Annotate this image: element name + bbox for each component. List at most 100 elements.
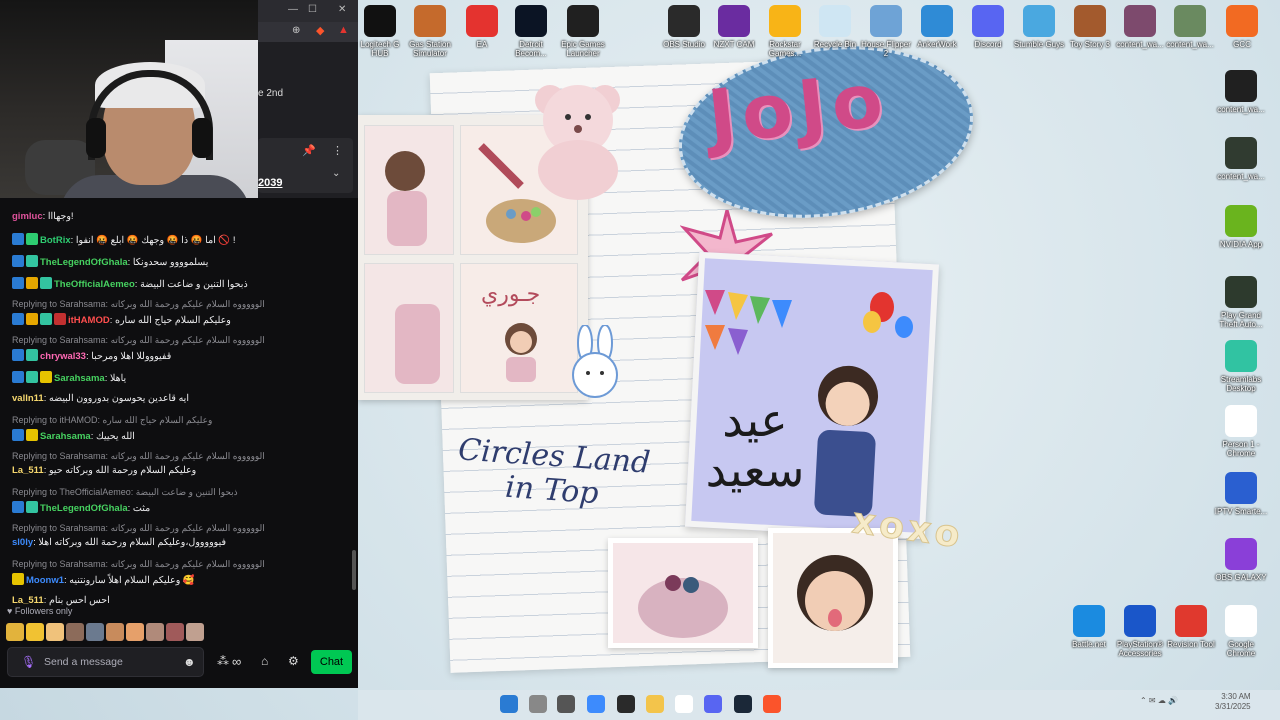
brave-icon[interactable] <box>763 695 781 713</box>
desktop-shortcut[interactable]: content_wa... <box>1112 5 1168 49</box>
badge-icon[interactable] <box>40 277 52 289</box>
more-options-icon[interactable]: ⋮ <box>332 144 343 157</box>
search-icon[interactable] <box>529 695 547 713</box>
close-icon[interactable]: ✕ <box>338 4 346 15</box>
maximize-icon[interactable]: ☐ <box>308 4 317 15</box>
brave-shield-icon[interactable]: ◆ <box>316 24 324 37</box>
desktop-shortcut[interactable]: Google Chrome <box>1213 605 1269 658</box>
desktop-shortcut[interactable]: Play Grand Theft Auto... <box>1213 276 1269 329</box>
desktop-shortcut[interactable]: Epic Games Launcher <box>555 5 611 58</box>
chrome-icon[interactable] <box>675 695 693 713</box>
desktop-shortcut[interactable]: Rockstar Games... <box>757 5 813 58</box>
desktop-shortcut[interactable]: GCC <box>1214 5 1270 49</box>
desktop-shortcut[interactable]: Toy Story 3 <box>1062 5 1118 49</box>
store-icon[interactable]: ⌂ <box>261 654 268 668</box>
chat-message[interactable]: La_511: وعليكم السلام ورحمة الله وبركاته… <box>12 465 347 477</box>
badge-icon[interactable] <box>26 429 38 441</box>
desktop-shortcut[interactable]: Revision Tool <box>1163 605 1219 649</box>
emote-icon[interactable] <box>66 623 84 641</box>
desktop-shortcut[interactable]: PlayStation® Accessories <box>1112 605 1168 658</box>
emote-icon[interactable] <box>86 623 104 641</box>
windows-start-icon[interactable] <box>500 695 518 713</box>
discord-icon[interactable] <box>704 695 722 713</box>
chat-username[interactable]: sl0ly <box>12 537 33 548</box>
chat-username[interactable]: chrywal33 <box>40 351 86 362</box>
badge-icon[interactable] <box>12 573 24 585</box>
desktop-shortcut[interactable]: Discord <box>960 5 1016 49</box>
chat-username[interactable]: gimluc <box>12 211 43 222</box>
desktop-shortcut[interactable]: Detroit Becom... <box>503 5 559 58</box>
badge-icon[interactable] <box>26 313 38 325</box>
badge-icon[interactable] <box>54 313 66 325</box>
desktop-shortcut[interactable]: Person 1 - Chrome <box>1213 405 1269 458</box>
badge-icon[interactable] <box>12 313 24 325</box>
badge-icon[interactable] <box>12 233 24 245</box>
system-tray[interactable]: ⌃ ✉ ☁ 🔊 <box>1140 696 1178 705</box>
chevron-down-icon[interactable]: ⌄ <box>332 168 340 179</box>
microphone-icon[interactable]: 🎙 <box>21 655 36 669</box>
desktop-shortcut[interactable]: OBS Studio <box>656 5 712 49</box>
badge-icon[interactable] <box>12 501 24 513</box>
task-view-icon[interactable] <box>557 695 575 713</box>
widgets-icon[interactable] <box>587 695 605 713</box>
file-explorer-icon[interactable] <box>646 695 664 713</box>
badge-icon[interactable] <box>12 277 24 289</box>
badge-icon[interactable] <box>12 349 24 361</box>
chat-message[interactable]: Moonw1: وعليكم السلام اهلاً سارونتنيه 🥰 <box>12 573 347 587</box>
badge-icon[interactable] <box>26 277 38 289</box>
chat-message[interactable]: Sarahsama: الله يحييك <box>12 429 347 443</box>
badge-icon[interactable] <box>40 371 52 383</box>
chat-username[interactable]: Sarahsama <box>54 373 105 384</box>
desktop-shortcut[interactable]: IPTV Smarte... <box>1213 472 1269 516</box>
desktop-shortcut[interactable]: Gas Station Simulator <box>402 5 458 58</box>
badge-icon[interactable] <box>12 371 24 383</box>
chat-input[interactable]: 🎙 Send a message ☻ <box>7 647 204 677</box>
emote-icon[interactable] <box>186 623 204 641</box>
desktop-shortcut[interactable]: Streamlabs Desktop <box>1213 340 1269 393</box>
chat-username[interactable]: Sarahsama <box>40 431 91 442</box>
brave-rewards-icon[interactable]: ▲ <box>338 24 349 36</box>
obs-icon[interactable] <box>617 695 635 713</box>
desktop-shortcut[interactable]: content_wa... <box>1213 70 1269 114</box>
chat-username[interactable]: TheOfficialAemeo <box>54 279 135 290</box>
chat-message[interactable]: TheOfficialAemeo: ذبحوا التنين و ضاعت ال… <box>12 277 347 291</box>
emote-icon[interactable] <box>126 623 144 641</box>
chat-send-button[interactable]: Chat <box>311 650 352 674</box>
chat-message[interactable]: TheLegendOfGhala: مثت <box>12 501 347 515</box>
chat-message[interactable]: BotRix: اما 🤬 ذا 🤬 وجهك 🤬 ابلع 🤬 انفوا 🚫… <box>12 233 347 247</box>
minimize-icon[interactable]: — <box>288 4 298 15</box>
emote-icon[interactable] <box>166 623 184 641</box>
reply-context[interactable]: Replying to Sarahsama: الوووووه السلام ع… <box>12 451 347 462</box>
desktop-shortcut[interactable]: Logitech G HUB <box>352 5 408 58</box>
desktop-shortcut[interactable]: Battle.net <box>1061 605 1117 649</box>
chat-username[interactable]: BotRix <box>40 235 71 246</box>
badge-icon[interactable] <box>26 371 38 383</box>
taskbar-clock[interactable]: 3:30 AM 3/31/2025 <box>1215 692 1251 712</box>
badge-icon[interactable] <box>12 255 24 267</box>
badge-icon[interactable] <box>26 349 38 361</box>
badge-icon[interactable] <box>12 429 24 441</box>
chat-scrollbar[interactable] <box>352 550 356 590</box>
chat-message[interactable]: valln11: ايه قاعدين يحوسون بدوروون البيض… <box>12 393 347 405</box>
reply-context[interactable]: Replying to Sarahsama: الوووووه السلام ع… <box>12 559 347 570</box>
chat-message[interactable]: sl0ly: فيووووول،وعليكم السلام ورحمة الله… <box>12 537 347 549</box>
reply-context[interactable]: Replying to Sarahsama: الوووووه السلام ع… <box>12 299 347 310</box>
desktop-shortcut[interactable]: EA <box>454 5 510 49</box>
address-bar[interactable]: ⊕ ◆ ▲ <box>258 22 358 42</box>
reply-context[interactable]: Replying to TheOfficialAemeo: ذبحوا التن… <box>12 487 347 498</box>
chat-username[interactable]: La_511 <box>12 595 44 606</box>
desktop-shortcut[interactable]: House Flipper 2 <box>858 5 914 58</box>
badge-icon[interactable] <box>26 233 38 245</box>
emote-icon[interactable] <box>46 623 64 641</box>
pinned-number[interactable]: 2039 <box>258 177 282 189</box>
zoom-icon[interactable]: ⊕ <box>292 25 300 36</box>
gear-icon[interactable]: ⚙ <box>288 654 299 668</box>
pinned-message[interactable]: 📌 ⋮ 2039 ⌄ <box>258 138 353 193</box>
desktop-shortcut[interactable]: content_wa... <box>1213 137 1269 181</box>
desktop-shortcut[interactable]: AnkerWork <box>909 5 965 49</box>
desktop-shortcut[interactable]: NVIDIA App <box>1213 205 1269 249</box>
emote-picker-icon[interactable]: ☻ <box>183 655 196 669</box>
chat-username[interactable]: itHAMOD <box>68 315 110 326</box>
badge-icon[interactable] <box>26 255 38 267</box>
emote-icon[interactable] <box>26 623 44 641</box>
